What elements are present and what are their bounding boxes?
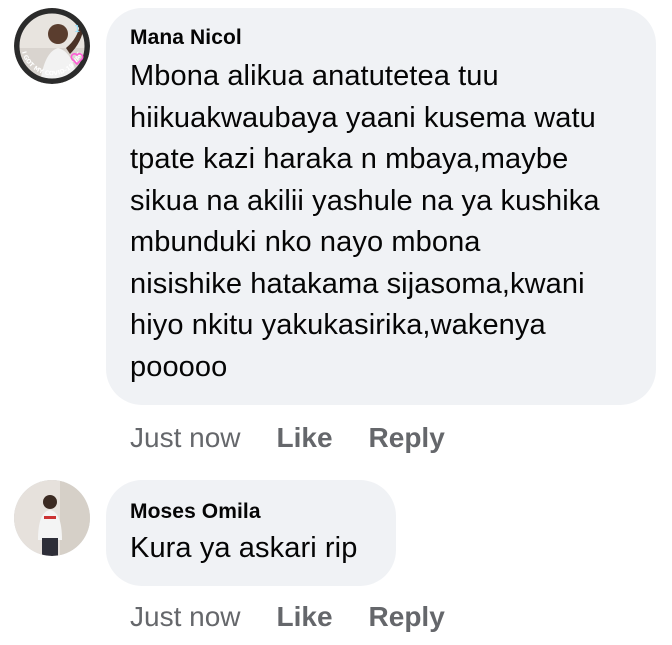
like-button[interactable]: Like bbox=[277, 422, 333, 454]
reply-button[interactable]: Reply bbox=[369, 601, 445, 633]
comment-timestamp[interactable]: Just now bbox=[130, 422, 241, 454]
comment-thread: I GOT MY COVID-19 VACCINE 1 Mana Nicol M… bbox=[0, 0, 672, 645]
heart-icon bbox=[70, 53, 84, 66]
comment-actions: Just now Like Reply bbox=[130, 418, 445, 458]
comment-text: Mbona alikua anatutetea tuu hiikuakwauba… bbox=[130, 60, 600, 383]
profile-photo bbox=[14, 480, 90, 556]
comment-author[interactable]: Mana Nicol bbox=[130, 26, 242, 50]
comment-timestamp[interactable]: Just now bbox=[130, 601, 241, 633]
comment-actions: Just now Like Reply bbox=[130, 597, 445, 637]
avatar[interactable] bbox=[14, 480, 90, 556]
profile-photo: I GOT MY COVID-19 VACCINE 1 bbox=[14, 8, 90, 84]
reply-button[interactable]: Reply bbox=[369, 422, 445, 454]
comment-author[interactable]: Moses Omila bbox=[130, 500, 261, 524]
avatar[interactable]: I GOT MY COVID-19 VACCINE 1 bbox=[14, 8, 90, 84]
comment-text: Kura ya askari rip bbox=[130, 532, 358, 564]
like-button[interactable]: Like bbox=[277, 601, 333, 633]
svg-text:1: 1 bbox=[74, 24, 80, 35]
